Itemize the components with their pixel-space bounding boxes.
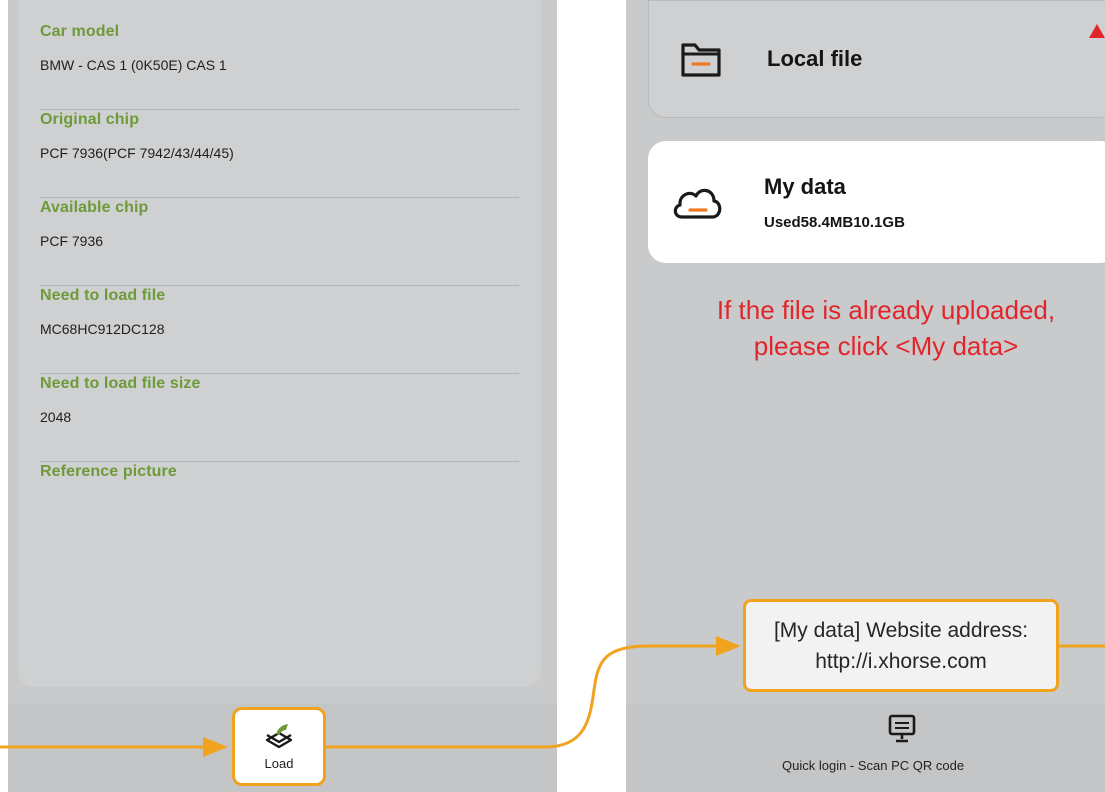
tutorial-canvas: Car model BMW - CAS 1 (0K50E) CAS 1 Orig… bbox=[0, 0, 1105, 792]
hint-line-2: please click <My data> bbox=[753, 331, 1019, 361]
website-callout: [My data] Website address: http://i.xhor… bbox=[743, 599, 1059, 692]
load-button[interactable]: Load bbox=[232, 707, 326, 786]
monitor-icon bbox=[888, 714, 916, 743]
field-car-model: Car model BMW - CAS 1 (0K50E) CAS 1 bbox=[40, 22, 519, 110]
field-label: Need to load file size bbox=[40, 375, 201, 392]
my-data-button[interactable]: My data Used58.4MB10.1GB bbox=[648, 141, 1105, 263]
field-label: Original chip bbox=[40, 111, 140, 128]
chip-info-card: Car model BMW - CAS 1 (0K50E) CAS 1 Orig… bbox=[18, 0, 541, 687]
callout-line-1: [My data] Website address: bbox=[773, 619, 1029, 642]
right-bottom-bar bbox=[626, 704, 1105, 792]
upload-hint-annotation: If the file is already uploaded, please … bbox=[676, 292, 1096, 364]
field-label: Reference picture bbox=[40, 463, 177, 480]
field-available-chip: Available chip PCF 7936 bbox=[40, 198, 519, 286]
cloud-icon bbox=[673, 188, 722, 219]
local-file-button[interactable]: Local file bbox=[648, 0, 1105, 118]
quick-login-label: Quick login - Scan PC QR code bbox=[782, 758, 965, 773]
field-value: PCF 7936(PCF 7942/43/44/45) bbox=[40, 145, 234, 161]
field-original-chip: Original chip PCF 7936(PCF 7942/43/44/45… bbox=[40, 110, 519, 198]
load-icon bbox=[265, 724, 293, 749]
hint-line-1: If the file is already uploaded, bbox=[716, 295, 1056, 325]
website-url: http://i.xhorse.com bbox=[815, 650, 987, 673]
field-value: PCF 7936 bbox=[40, 233, 104, 249]
local-file-label: Local file bbox=[767, 46, 863, 71]
load-label: Load bbox=[264, 756, 294, 771]
field-need-to-load-file: Need to load file MC68HC912DC128 bbox=[40, 286, 519, 374]
field-file-size: Need to load file size 2048 bbox=[40, 374, 519, 462]
left-screen: Car model BMW - CAS 1 (0K50E) CAS 1 Orig… bbox=[8, 0, 557, 792]
field-label: Car model bbox=[40, 23, 120, 40]
field-value: BMW - CAS 1 (0K50E) CAS 1 bbox=[40, 57, 227, 73]
field-value: MC68HC912DC128 bbox=[40, 321, 165, 337]
folder-icon bbox=[681, 43, 721, 77]
storage-usage: Used58.4MB10.1GB bbox=[764, 214, 905, 231]
field-label: Available chip bbox=[40, 199, 149, 216]
red-arrow-tip bbox=[1089, 24, 1105, 38]
my-data-title: My data bbox=[764, 174, 846, 199]
field-value: 2048 bbox=[40, 409, 72, 425]
field-label: Need to load file bbox=[40, 287, 166, 304]
field-reference-picture: Reference picture bbox=[40, 462, 519, 550]
